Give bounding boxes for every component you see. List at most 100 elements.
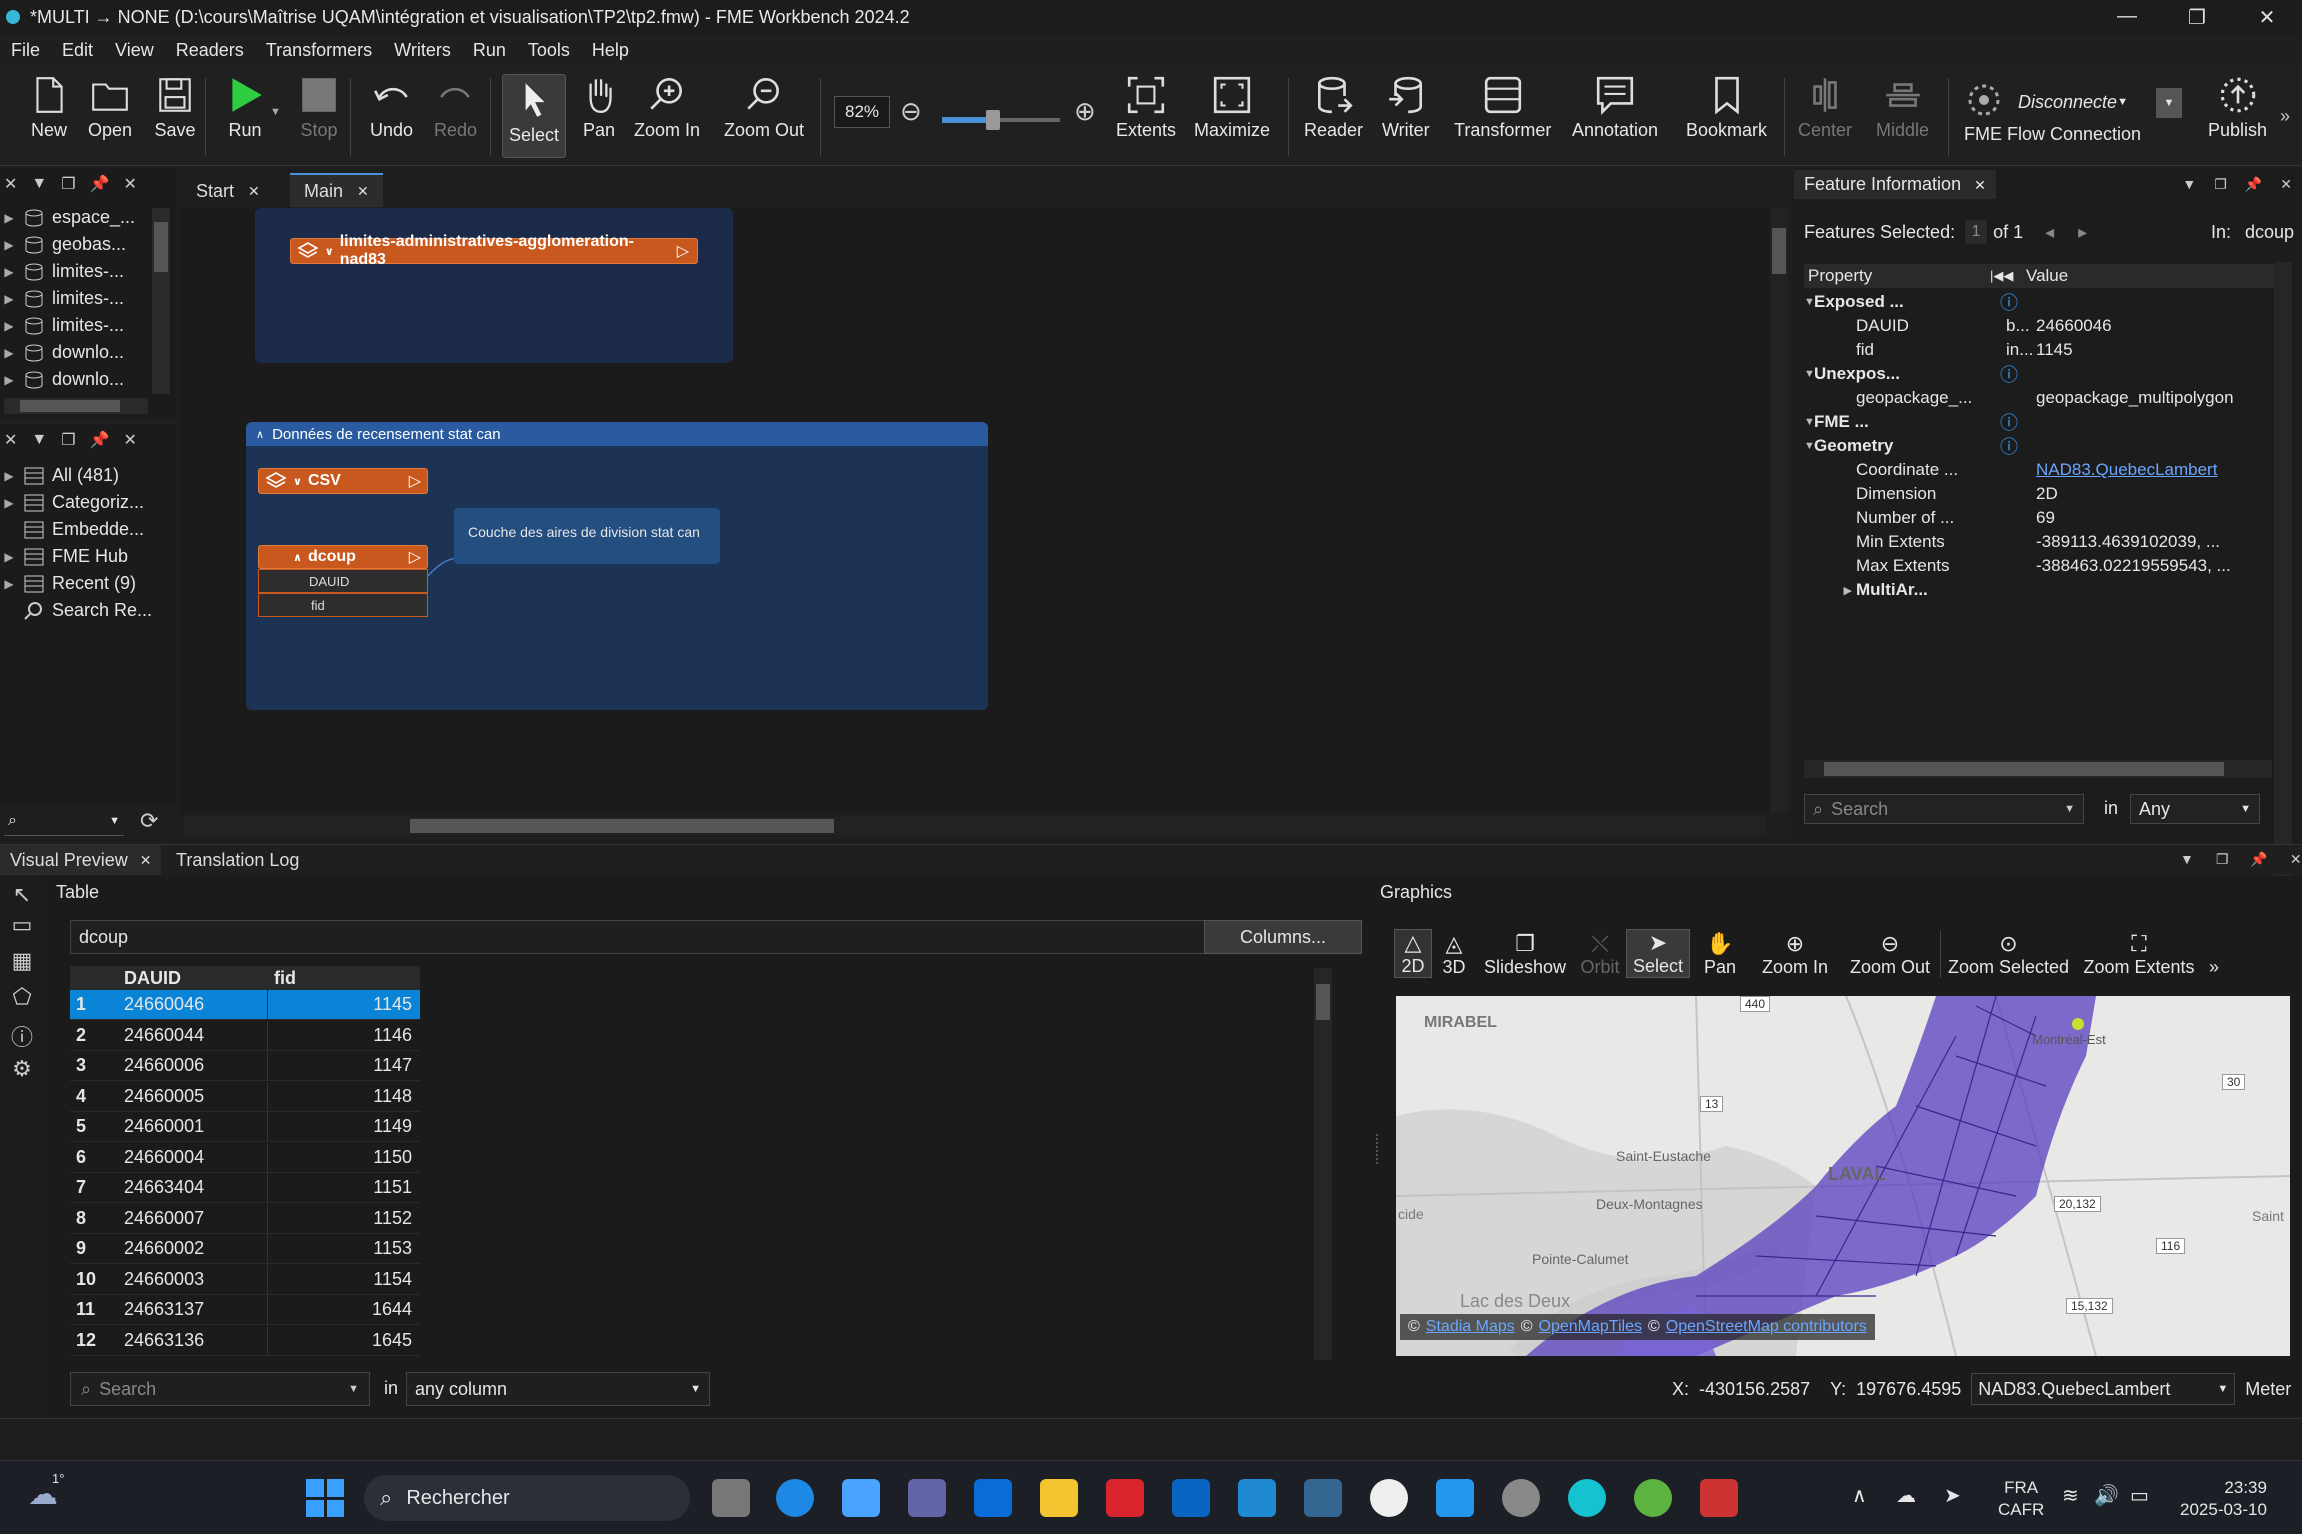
table-search-column-select[interactable]: any column ▼ [406,1372,710,1406]
next-feature-icon[interactable]: ▸ [2078,222,2087,243]
middle-align-button[interactable]: Middle [1876,74,1929,141]
column-fid[interactable]: fid [268,968,418,989]
clock[interactable]: 23:39 2025-03-10 [2180,1477,2267,1521]
expand-icon[interactable]: ▼ [1804,368,1815,380]
zoom-out-button[interactable]: Zoom Out [724,74,804,141]
docker-icon[interactable] [1436,1479,1474,1517]
taskbar-search-box[interactable]: ⌕ Rechercher [364,1475,690,1521]
extents-button[interactable]: Extents [1116,74,1176,141]
table-vscrollbar[interactable] [1314,968,1332,1360]
property-row[interactable]: fid in... 1145 [1804,338,2264,362]
tree-item[interactable]: ▶ geobas... [0,231,160,258]
pan-tool-button[interactable]: Pan [578,74,620,141]
table-search-input[interactable]: ⌕ Search ▼ [70,1372,370,1406]
minimize-button[interactable]: — [2092,5,2162,30]
tree-item[interactable]: ▶ limites-... [0,258,160,285]
expand-icon[interactable]: ▼ [1804,416,1815,428]
output-port-icon[interactable]: ▷ [409,547,421,567]
panel-menu-icon[interactable]: ▼ [2182,176,2196,193]
info-icon[interactable]: ⓘ [2000,433,2036,459]
table-row[interactable]: 10 24660003 1154 [70,1264,420,1295]
view-icon[interactable]: ▭ [0,912,44,948]
graphics-zoom-in-button[interactable]: ⊕ Zoom In [1750,931,1840,978]
map-canvas[interactable]: MIRABEL LAVAL Saint-Eustache Deux-Montag… [1396,996,2290,1356]
output-port-icon[interactable]: ▷ [677,241,689,261]
tab-visual-preview[interactable]: Visual Preview ✕ [0,845,162,875]
undo-button[interactable]: Undo [370,74,413,141]
canvas-hscrollbar[interactable] [184,817,1766,835]
add-bookmark-button[interactable]: Bookmark [1686,74,1767,141]
onedrive-icon[interactable]: ☁ [1896,1483,1916,1508]
settings-gear-icon[interactable] [1502,1479,1540,1517]
property-value[interactable]: NAD83.QuebecLambert [2036,460,2217,480]
tab-close-icon[interactable]: ✕ [1974,177,1986,193]
property-row[interactable]: Min Extents -389113.4639102039, ... [1804,530,2264,554]
attribute-port-fid[interactable]: fid [258,593,428,617]
acrobat-icon[interactable] [1106,1479,1144,1517]
panel-float-icon[interactable]: ❐ [2214,176,2227,193]
open-button[interactable]: Open [88,74,132,141]
orbit-button[interactable]: ⤬ Orbit [1574,931,1626,978]
table-row[interactable]: 2 24660044 1146 [70,1020,420,1051]
gallery-item-search[interactable]: Search Re... [0,597,176,624]
gallery-menu-icon[interactable]: ▼ [31,431,47,449]
tab-main[interactable]: Main ✕ [290,173,383,207]
tab-close-icon[interactable]: ✕ [357,183,369,200]
maximize-button[interactable]: ❐ [2162,5,2232,30]
flow-connection-dropdown[interactable]: Disconnecte ▼ [2012,86,2132,118]
feature-info-hscrollbar[interactable] [1804,760,2272,778]
outlook-icon[interactable] [1172,1479,1210,1517]
collapse-columns-icon[interactable]: |◀◀ [1990,268,2026,284]
osm-link[interactable]: OpenStreetMap contributors [1666,1318,1867,1336]
table-row[interactable]: 7 24663404 1151 [70,1173,420,1203]
property-row[interactable]: ▼ FME ... ⓘ [1804,410,2264,434]
collapse-icon[interactable]: ∧ [256,428,264,441]
splitter-handle[interactable] [1376,1134,1380,1164]
volume-icon[interactable]: 🔊 [2094,1483,2119,1508]
zoom-plus-icon[interactable]: ⊕ [1074,96,1096,127]
table-view-icon[interactable]: ▦ [0,948,44,984]
add-annotation-button[interactable]: Annotation [1572,74,1658,141]
cursor-icon[interactable]: ↖ [0,876,44,912]
zoom-extents-button[interactable]: ⛶ Zoom Extents [2076,931,2202,978]
bookmark-container-top[interactable] [255,208,733,363]
tab-close-icon[interactable]: ✕ [248,183,260,200]
property-row[interactable]: Dimension 2D [1804,482,2264,506]
edge-icon[interactable] [776,1479,814,1517]
column-dauid[interactable]: DAUID [118,968,268,989]
tree-item[interactable]: ▶ limites-... [0,312,160,339]
zoom-in-button[interactable]: Zoom In [634,74,700,141]
reader-feature-type[interactable]: ∨ limites-administratives-agglomeration-… [290,233,698,268]
panel-pin-icon[interactable]: 📌 [2250,851,2267,868]
gallery-item-categorized[interactable]: ▶ Categoriz... [0,489,176,516]
info-icon[interactable]: ⓘ [2000,289,2036,315]
redo-button[interactable]: Redo [434,74,477,141]
save-button[interactable]: Save [154,74,196,141]
expand-icon[interactable]: ▼ [1804,296,1815,308]
run-button[interactable]: Run [224,74,266,141]
table-row[interactable]: 1 24660046 1145 [70,990,420,1020]
select-tool-button[interactable]: Select [502,74,566,158]
csv-reader-feature-type[interactable]: ∨ CSV ▷ [258,468,428,494]
feature-info-tab[interactable]: Feature Information ✕ [1794,169,1996,199]
menu-tools[interactable]: Tools [517,40,581,61]
add-transformer-button[interactable]: Transformer [1454,74,1551,141]
tray-chevron-icon[interactable]: ∧ [1852,1483,1867,1508]
wifi-icon[interactable]: ≋ [2062,1483,2079,1508]
mode-2d-button[interactable]: △ 2D [1394,929,1432,978]
menu-transformers[interactable]: Transformers [255,40,383,61]
toolbar-overflow-icon[interactable]: » [2280,106,2290,127]
navigator-pin-icon[interactable]: 📌 [90,174,110,194]
navigator-menu-icon[interactable]: ▼ [31,175,47,193]
add-reader-button[interactable]: Reader [1304,74,1363,141]
property-row[interactable]: ▼ Unexpos... ⓘ [1804,362,2264,386]
battery-icon[interactable]: ▭ [2130,1483,2149,1508]
store-icon[interactable] [842,1479,880,1517]
slideshow-button[interactable]: ❐ Slideshow [1476,931,1574,978]
center-align-button[interactable]: Center [1798,74,1852,141]
property-row[interactable]: geopackage_... geopackage_multipolygon [1804,386,2264,410]
dcoup-reader-feature-type[interactable]: ∧ dcoup ▷ [258,545,428,569]
feature-search-scope-select[interactable]: Any ▼ [2130,794,2260,824]
gallery-item-embedded[interactable]: Embedde... [0,516,176,543]
maximize-canvas-button[interactable]: Maximize [1194,74,1270,141]
